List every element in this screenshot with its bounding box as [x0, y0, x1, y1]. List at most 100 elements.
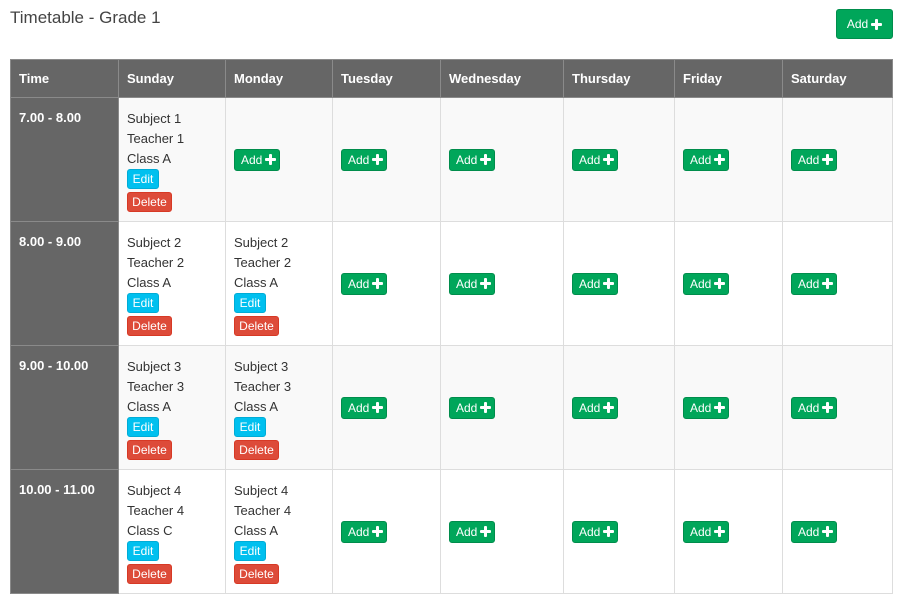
edit-button[interactable]: Edit: [127, 541, 159, 561]
add-button[interactable]: Add: [791, 520, 837, 543]
add-button[interactable]: Add: [683, 148, 729, 171]
add-button[interactable]: Add: [449, 396, 495, 419]
edit-button[interactable]: Edit: [234, 417, 266, 437]
delete-button[interactable]: Delete: [234, 316, 279, 336]
timetable-cell: Add: [332, 345, 441, 470]
column-header-time: Time: [10, 59, 119, 98]
plus-icon: [480, 402, 491, 413]
time-slot: 9.00 - 10.00: [10, 345, 119, 470]
add-button-label: Add: [579, 524, 601, 539]
add-button[interactable]: Add: [449, 520, 495, 543]
delete-button-label: Delete: [239, 567, 274, 581]
timetable-cell: Add: [440, 469, 564, 594]
empty-slot: Add: [783, 346, 892, 469]
add-button-label: Add: [348, 524, 370, 539]
time-slot: 7.00 - 8.00: [10, 97, 119, 222]
entry-actions: Edit Delete: [127, 417, 225, 460]
timetable-cell: Add: [440, 345, 564, 470]
add-button-label: Add: [579, 276, 601, 291]
edit-button[interactable]: Edit: [234, 541, 266, 561]
edit-button[interactable]: Edit: [127, 293, 159, 313]
plus-icon: [822, 278, 833, 289]
add-button[interactable]: Add: [683, 520, 729, 543]
edit-button-label: Edit: [239, 420, 261, 434]
edit-button-label: Edit: [132, 296, 154, 310]
timetable-cell: Add: [674, 469, 783, 594]
empty-slot: Add: [675, 470, 782, 593]
add-button[interactable]: Add: [341, 148, 387, 171]
plus-icon: [603, 278, 614, 289]
delete-button[interactable]: Delete: [234, 564, 279, 584]
delete-button-label: Delete: [132, 567, 167, 581]
add-timetable-button[interactable]: Add: [836, 9, 893, 39]
timetable-cell: Add: [674, 221, 783, 346]
delete-button-label: Delete: [239, 319, 274, 333]
add-button[interactable]: Add: [449, 148, 495, 171]
add-button[interactable]: Add: [341, 520, 387, 543]
add-button[interactable]: Add: [572, 520, 618, 543]
edit-button-label: Edit: [239, 544, 261, 558]
plus-icon: [822, 402, 833, 413]
add-button[interactable]: Add: [683, 396, 729, 419]
add-button-label: Add: [456, 152, 478, 167]
plus-icon: [265, 154, 276, 165]
entry-subject: Subject 4: [127, 483, 182, 498]
delete-button[interactable]: Delete: [127, 440, 172, 460]
add-button-label: Add: [798, 276, 820, 291]
plus-icon: [603, 402, 614, 413]
plus-icon: [480, 526, 491, 537]
empty-slot: Add: [226, 98, 332, 221]
empty-slot: Add: [564, 470, 674, 593]
delete-button-label: Delete: [239, 443, 274, 457]
delete-button-label: Delete: [132, 195, 167, 209]
add-button-label: Add: [798, 524, 820, 539]
add-button[interactable]: Add: [683, 272, 729, 295]
entry-teacher: Teacher 1: [127, 131, 185, 146]
entry-subject: Subject 1: [127, 111, 182, 126]
add-button[interactable]: Add: [341, 396, 387, 419]
edit-button[interactable]: Edit: [127, 417, 159, 437]
add-button-label: Add: [798, 152, 820, 167]
add-button[interactable]: Add: [572, 148, 618, 171]
add-button-label: Add: [456, 524, 478, 539]
add-button[interactable]: Add: [791, 148, 837, 171]
timetable-cell: Add: [563, 345, 675, 470]
add-button[interactable]: Add: [572, 396, 618, 419]
plus-icon: [822, 154, 833, 165]
edit-button[interactable]: Edit: [127, 169, 159, 189]
entry-class: Class A: [234, 399, 279, 414]
add-button[interactable]: Add: [449, 272, 495, 295]
plus-icon: [372, 278, 383, 289]
add-button[interactable]: Add: [791, 396, 837, 419]
plus-icon: [372, 154, 383, 165]
timetable-cell: Subject 1 Teacher 1 Class A Edit Delete: [118, 97, 226, 222]
timetable-cell: Add: [674, 345, 783, 470]
delete-button[interactable]: Delete: [234, 440, 279, 460]
empty-slot: Add: [441, 222, 563, 345]
delete-button[interactable]: Delete: [127, 192, 172, 212]
add-button[interactable]: Add: [572, 272, 618, 295]
delete-button[interactable]: Delete: [127, 564, 172, 584]
timetable-body: 7.00 - 8.00 Subject 1 Teacher 1 Class A Edit…: [10, 97, 893, 594]
empty-slot: Add: [675, 346, 782, 469]
timetable-cell: Add: [332, 221, 441, 346]
timetable-cell: Subject 3 Teacher 3 Class A Edit Delete: [118, 345, 226, 470]
delete-button[interactable]: Delete: [127, 316, 172, 336]
add-button[interactable]: Add: [341, 272, 387, 295]
entry-actions: Edit Delete: [234, 293, 332, 336]
plus-icon: [480, 154, 491, 165]
column-header-sunday: Sunday: [118, 59, 226, 98]
timetable-cell: Add: [782, 469, 893, 594]
add-button-label: Add: [690, 276, 712, 291]
add-button[interactable]: Add: [791, 272, 837, 295]
add-button-label: Add: [798, 400, 820, 415]
empty-slot: Add: [333, 346, 440, 469]
timetable-cell: Add: [563, 221, 675, 346]
entry-subject: Subject 3: [234, 359, 289, 374]
empty-slot: Add: [783, 222, 892, 345]
add-button-label: Add: [690, 152, 712, 167]
entry-subject: Subject 2: [127, 235, 182, 250]
edit-button[interactable]: Edit: [234, 293, 266, 313]
entry-class: Class A: [234, 275, 279, 290]
add-button[interactable]: Add: [234, 148, 280, 171]
